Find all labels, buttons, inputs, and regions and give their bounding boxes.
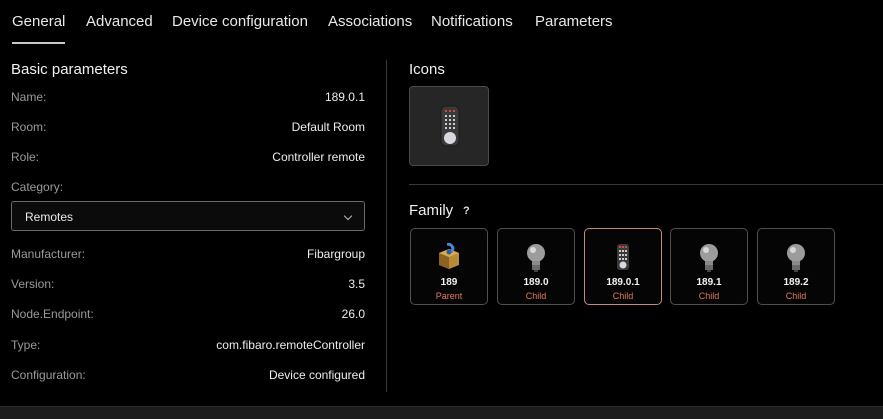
family-item-role: Child	[612, 291, 634, 301]
role-label: Role:	[11, 150, 40, 164]
family-item-id: 189.2	[783, 277, 809, 288]
version-label: Version:	[11, 277, 55, 291]
category-select[interactable]: Remotes	[11, 201, 365, 231]
bulb-icon	[700, 244, 718, 272]
family-item-role: Parent	[435, 291, 463, 301]
footer-bar	[0, 406, 883, 419]
family-item-id: 189	[440, 277, 458, 288]
family-item-189-0[interactable]: 189.0 Child	[497, 228, 575, 305]
bulb-icon	[787, 244, 805, 272]
category-label: Category:	[11, 180, 64, 194]
family-item-id: 189.0	[523, 277, 549, 288]
manufacturer-label: Manufacturer:	[11, 247, 86, 261]
endpoint-label: Node.Endpoint:	[11, 307, 94, 321]
tab-general[interactable]: General	[12, 13, 65, 30]
type-value: com.fibaro.remoteController	[216, 338, 365, 352]
tab-associations[interactable]: Associations	[328, 13, 412, 30]
column-divider	[386, 60, 387, 392]
category-select-value: Remotes	[25, 210, 74, 224]
version-value: 3.5	[348, 277, 365, 291]
room-value: Default Room	[291, 120, 365, 134]
type-label: Type:	[11, 338, 41, 352]
package-icon	[439, 243, 459, 269]
icons-title: Icons	[409, 61, 445, 78]
configuration-value: Device configured	[268, 368, 365, 382]
family-item-189-0-1[interactable]: 189.0.1 Child	[584, 228, 662, 305]
remote-icon	[617, 244, 629, 270]
endpoint-value: 26.0	[341, 307, 365, 321]
family-item-189-1[interactable]: 189.1 Child	[670, 228, 748, 305]
tab-parameters[interactable]: Parameters	[535, 13, 613, 30]
remote-icon	[440, 105, 460, 147]
family-item-role: Child	[525, 291, 547, 301]
chevron-down-icon	[343, 211, 353, 221]
tab-advanced[interactable]: Advanced	[86, 13, 153, 30]
configuration-label: Configuration:	[11, 368, 86, 382]
bulb-icon	[527, 244, 545, 272]
family-item-role: Child	[698, 291, 720, 301]
tab-bar: General Advanced Device configuration As…	[0, 0, 883, 44]
active-tab-indicator	[12, 42, 65, 44]
tab-device-configuration[interactable]: Device configuration	[172, 13, 308, 30]
icons-family-divider	[409, 184, 883, 185]
help-icon[interactable]: ?	[463, 205, 470, 217]
tab-notifications[interactable]: Notifications	[431, 13, 513, 30]
name-value: 189.0.1	[324, 90, 365, 104]
manufacturer-value: Fibargroup	[306, 247, 365, 261]
family-item-189-2[interactable]: 189.2 Child	[757, 228, 835, 305]
family-item-189[interactable]: 189 Parent	[410, 228, 488, 305]
device-icon-tile[interactable]	[409, 86, 489, 166]
name-label: Name:	[11, 90, 47, 104]
role-value: Controller remote	[272, 150, 365, 164]
family-item-role: Child	[785, 291, 807, 301]
room-label: Room:	[11, 120, 47, 134]
basic-parameters-title: Basic parameters	[11, 61, 128, 78]
family-item-id: 189.0.1	[606, 277, 640, 288]
family-title: Family	[409, 202, 454, 219]
family-item-id: 189.1	[696, 277, 722, 288]
